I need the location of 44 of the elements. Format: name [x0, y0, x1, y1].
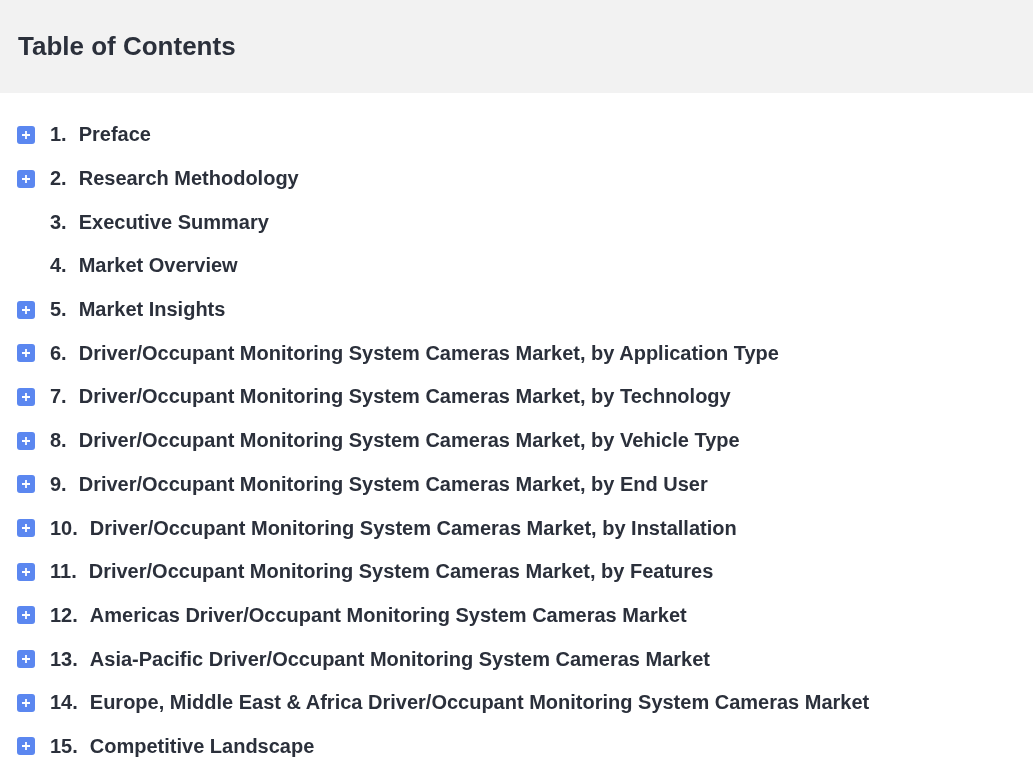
- section-title[interactable]: Executive Summary: [78, 210, 269, 234]
- section-title[interactable]: Americas Driver/Occupant Monitoring System Cameras Market: [89, 603, 687, 627]
- expand-plus-icon[interactable]: [17, 737, 35, 756]
- section-title[interactable]: Research Methodology: [78, 167, 299, 191]
- expand-plus-icon[interactable]: [17, 300, 35, 319]
- section-title[interactable]: Market Overview: [78, 254, 238, 278]
- expand-plus-icon[interactable]: [17, 344, 35, 363]
- section-number: 5.: [50, 298, 67, 322]
- toc-title: Table of Contents: [18, 31, 236, 62]
- section-number: 12.: [50, 603, 78, 627]
- expand-plus-icon[interactable]: [17, 169, 35, 188]
- section-number: 10.: [50, 516, 78, 540]
- expand-plus-icon[interactable]: [17, 650, 35, 669]
- expand-plus-icon[interactable]: [17, 519, 35, 538]
- section-title[interactable]: Competitive Landscape: [89, 734, 315, 758]
- expand-plus-icon[interactable]: [17, 431, 35, 450]
- section-title[interactable]: Driver/Occupant Monitoring System Cameras Market, by Technology: [78, 385, 731, 409]
- section-title[interactable]: Driver/Occupant Monitoring System Cameras Market, by Features: [88, 560, 714, 584]
- section-title[interactable]: Driver/Occupant Monitoring System Cameras Market, by Installation: [89, 516, 737, 540]
- section-title[interactable]: Europe, Middle East & Africa Driver/Occupant Monitoring System Cameras Market: [89, 691, 870, 715]
- section-title[interactable]: Driver/Occupant Monitoring System Cameras Market, by End User: [78, 472, 708, 496]
- section-title[interactable]: Driver/Occupant Monitoring System Cameras Market, by Application Type: [78, 341, 779, 365]
- section-number: 9.: [50, 472, 67, 496]
- expand-plus-icon[interactable]: [17, 475, 35, 494]
- section-number: 15.: [50, 734, 78, 758]
- expand-plus-icon[interactable]: [17, 562, 35, 581]
- section-number: 2.: [50, 167, 67, 191]
- section-number: 11.: [50, 560, 77, 584]
- section-number: 8.: [50, 429, 67, 453]
- section-title[interactable]: Preface: [78, 123, 151, 147]
- section-number: 7.: [50, 385, 67, 409]
- expand-plus-icon[interactable]: [17, 125, 35, 144]
- section-number: 1.: [50, 123, 67, 147]
- expand-plus-icon[interactable]: [17, 606, 35, 625]
- section-number: 3.: [50, 210, 67, 234]
- expand-plus-icon[interactable]: [17, 693, 35, 712]
- section-number: 13.: [50, 647, 78, 671]
- section-number: 14.: [50, 691, 78, 715]
- section-number: 4.: [50, 254, 67, 278]
- expand-plus-icon[interactable]: [17, 387, 35, 406]
- section-title[interactable]: Market Insights: [78, 298, 226, 322]
- section-title[interactable]: Driver/Occupant Monitoring System Cameras Market, by Vehicle Type: [78, 429, 740, 453]
- section-number: 6.: [50, 341, 67, 365]
- section-title[interactable]: Asia-Pacific Driver/Occupant Monitoring System Cameras Market: [89, 647, 711, 671]
